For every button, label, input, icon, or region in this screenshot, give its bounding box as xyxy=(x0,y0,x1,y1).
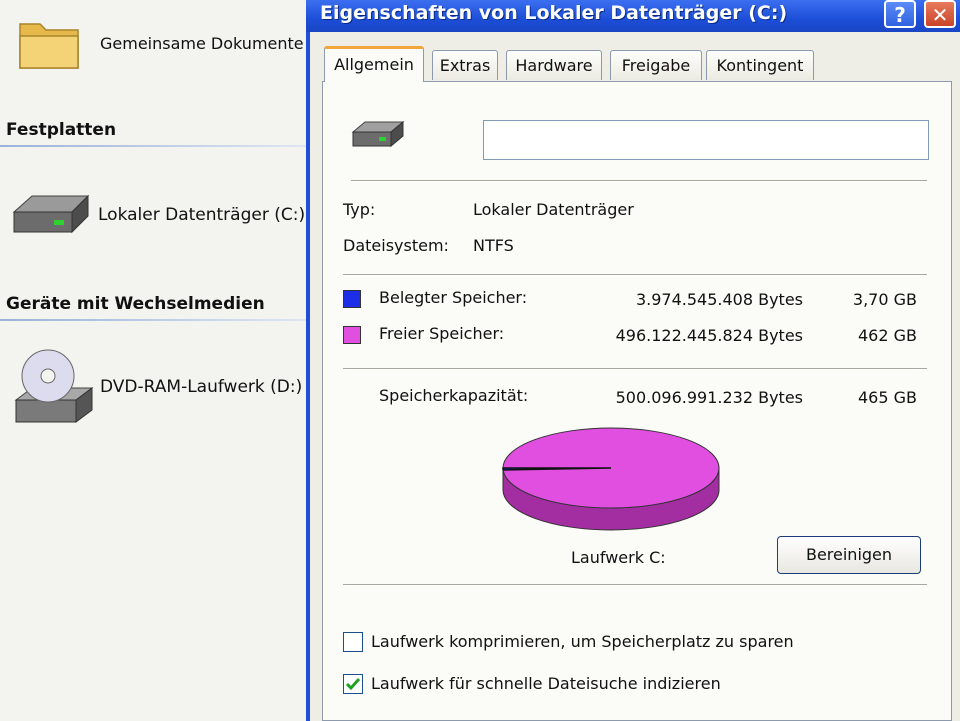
dvd-drive-item[interactable]: DVD-RAM-Laufwerk (D:) xyxy=(12,344,302,430)
separator xyxy=(351,180,927,182)
tab-general[interactable]: Allgemein xyxy=(324,46,424,82)
separator xyxy=(343,368,927,370)
type-value: Lokaler Datenträger xyxy=(473,200,634,219)
dialog-body: Allgemein Extras Hardware Freigabe Konti… xyxy=(310,32,960,721)
tab-quota[interactable]: Kontingent xyxy=(706,50,814,80)
tab-panel-general: Typ: Lokaler Datenträger Dateisystem: NT… xyxy=(322,81,952,721)
capacity-bytes: 500.096.991.232 Bytes xyxy=(615,388,803,407)
capacity-size: 465 GB xyxy=(858,388,917,407)
local-disk-label: Lokaler Datenträger (C:) xyxy=(98,205,306,225)
separator xyxy=(343,584,927,586)
index-label: Laufwerk für schnelle Dateisuche indizie… xyxy=(371,674,721,693)
properties-dialog: Eigenschaften von Lokaler Datenträger (C… xyxy=(306,0,960,721)
group-divider xyxy=(0,319,308,321)
filesystem-label: Dateisystem: xyxy=(343,236,449,255)
title-bar[interactable]: Eigenschaften von Lokaler Datenträger (C… xyxy=(306,0,960,32)
explorer-pane: Gemeinsame Dokumente Festplatten Lokaler… xyxy=(0,0,308,721)
close-button[interactable]: ✕ xyxy=(924,0,956,28)
local-disk-item[interactable]: Lokaler Datenträger (C:) xyxy=(10,190,305,240)
type-label: Typ: xyxy=(343,200,376,219)
shared-documents-item[interactable]: Gemeinsame Dokumente xyxy=(16,10,304,76)
volume-name-input[interactable] xyxy=(483,120,929,160)
used-space-label: Belegter Speicher: xyxy=(379,288,528,307)
group-title-removable: Geräte mit Wechselmedien xyxy=(6,294,265,314)
free-space-swatch xyxy=(343,326,361,344)
dvd-drive-label: DVD-RAM-Laufwerk (D:) xyxy=(100,377,303,397)
folder-icon xyxy=(19,23,79,69)
tab-tools[interactable]: Extras xyxy=(432,50,498,80)
group-divider xyxy=(0,145,308,147)
dialog-title: Eigenschaften von Lokaler Datenträger (C… xyxy=(320,2,788,24)
drive-label: Laufwerk C: xyxy=(571,548,666,567)
free-space-bytes: 496.122.445.824 Bytes xyxy=(615,326,803,345)
compress-checkbox[interactable] xyxy=(343,632,363,652)
group-title-hdd: Festplatten xyxy=(6,120,117,140)
cleanup-button[interactable]: Bereinigen xyxy=(777,536,921,574)
free-space-size: 462 GB xyxy=(858,326,917,345)
hard-drive-icon xyxy=(351,120,405,148)
compress-label: Laufwerk komprimieren, um Speicherplatz … xyxy=(371,632,794,651)
filesystem-value: NTFS xyxy=(473,236,514,255)
used-space-size: 3,70 GB xyxy=(852,290,917,309)
used-space-bytes: 3.974.545.408 Bytes xyxy=(635,290,803,309)
help-button[interactable]: ? xyxy=(884,0,916,28)
shared-documents-label: Gemeinsame Dokumente xyxy=(100,33,304,53)
used-space-swatch xyxy=(343,290,361,308)
tab-hardware[interactable]: Hardware xyxy=(506,50,602,80)
usage-pie-chart xyxy=(502,427,720,531)
separator xyxy=(343,274,927,276)
capacity-label: Speicherkapazität: xyxy=(379,386,529,405)
free-space-label: Freier Speicher: xyxy=(379,324,505,343)
tab-sharing[interactable]: Freigabe xyxy=(610,50,702,80)
hard-drive-icon xyxy=(12,194,90,234)
dvd-drive-icon xyxy=(14,349,94,423)
checkmark-icon xyxy=(344,678,362,697)
index-checkbox[interactable] xyxy=(343,674,363,694)
